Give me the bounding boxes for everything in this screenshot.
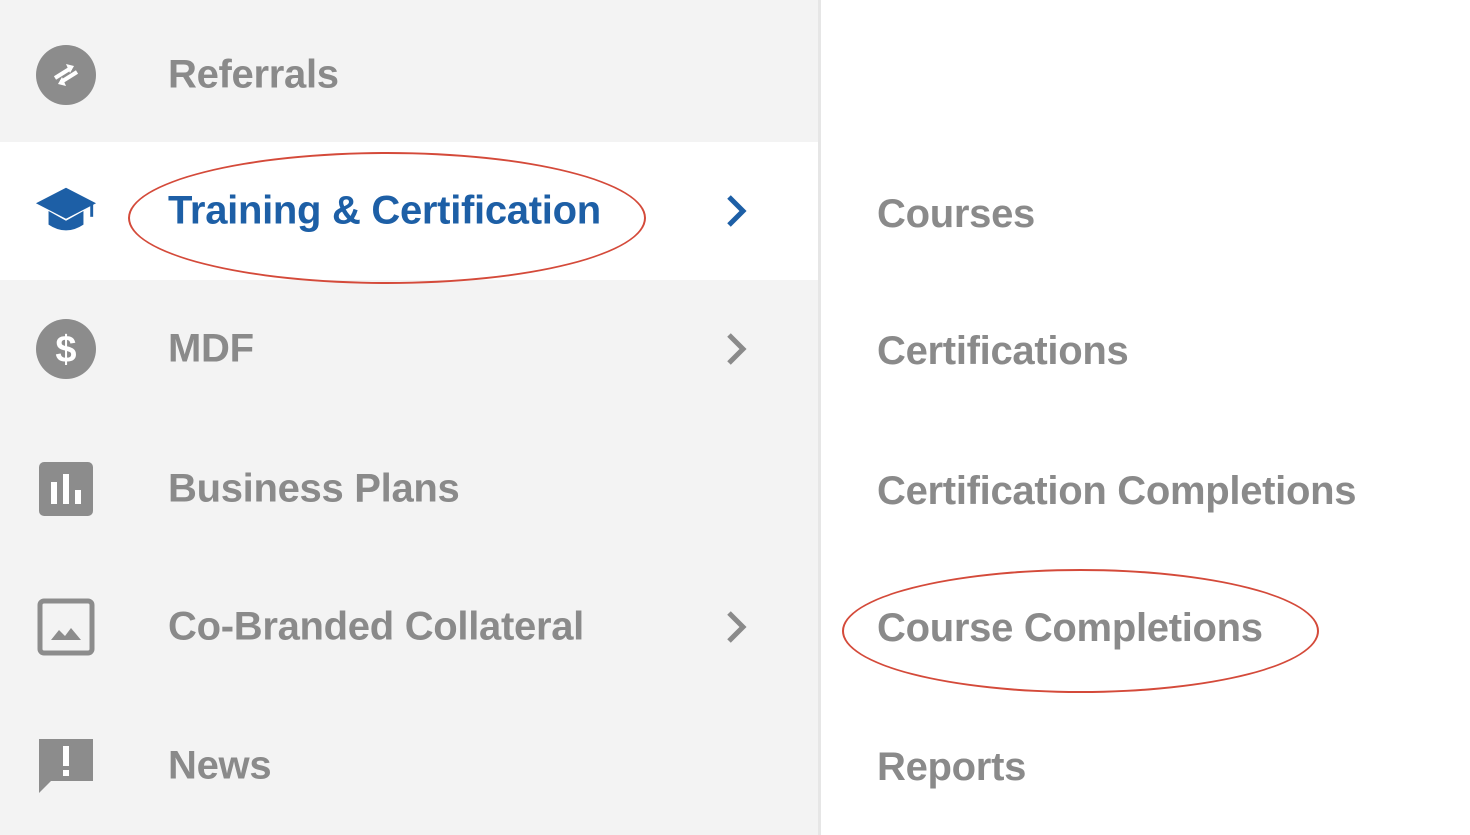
bar-chart-icon [34,457,98,521]
submenu-item-course-completions[interactable]: Course Completions [877,588,1437,668]
sidebar-item-referrals[interactable]: Referrals [0,6,818,144]
sidebar-divider [818,0,821,835]
sidebar-item-label: News [168,743,272,788]
sidebar-item-label: Training & Certification [168,188,601,233]
submenu-item-certifications[interactable]: Certifications [877,311,1437,391]
submenu-item-courses[interactable]: Courses [877,174,1437,254]
sidebar: Referrals Training & Certification $ MDF [0,0,818,835]
sidebar-item-co-branded-collateral[interactable]: Co-Branded Collateral [0,558,818,696]
announcement-icon [34,734,98,798]
graduation-cap-icon [34,179,98,243]
sidebar-item-label: Co-Branded Collateral [168,604,584,649]
referrals-icon [34,43,98,107]
image-icon [34,595,98,659]
sidebar-item-mdf[interactable]: $ MDF [0,280,818,418]
sidebar-item-training-certification[interactable]: Training & Certification [0,142,818,280]
chevron-right-icon [722,191,750,231]
sidebar-item-business-plans[interactable]: Business Plans [0,420,818,558]
chevron-right-icon [722,329,750,369]
svg-text:$: $ [55,329,76,371]
sidebar-item-label: Business Plans [168,466,460,511]
chevron-right-icon [722,607,750,647]
sidebar-item-label: MDF [168,326,254,371]
dollar-icon: $ [34,317,98,381]
sidebar-item-label: Referrals [168,52,339,97]
submenu-item-reports[interactable]: Reports [877,727,1437,807]
submenu-item-certification-completions[interactable]: Certification Completions [877,451,1437,531]
sidebar-item-news[interactable]: News [0,697,818,835]
